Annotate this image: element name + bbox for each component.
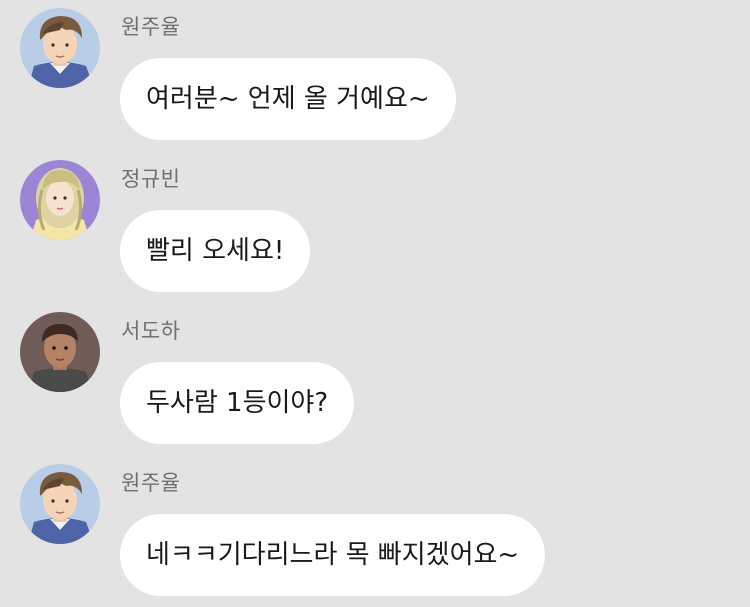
chat-message: 서도하 두사람 1등이야?	[0, 312, 750, 452]
boy-dark-skin-avatar-icon[interactable]	[20, 312, 100, 392]
chat-message: 정규빈 빨리 오세요!	[0, 160, 750, 300]
boy-brown-hair-avatar-icon[interactable]	[20, 464, 100, 544]
chat-message: 원주율 여러분~ 언제 올 거예요~	[0, 8, 750, 148]
sender-name: 원주율	[121, 471, 181, 495]
message-bubble[interactable]: 여러분~ 언제 올 거예요~	[120, 58, 456, 140]
chat-message: 원주율 네ㅋㅋ기다리느라 목 빠지겠어요~	[0, 464, 750, 604]
message-bubble[interactable]: 두사람 1등이야?	[120, 362, 355, 444]
boy-brown-hair-avatar-icon[interactable]	[20, 8, 100, 88]
girl-blonde-hair-avatar-icon[interactable]	[20, 160, 100, 240]
message-bubble[interactable]: 빨리 오세요!	[120, 210, 311, 292]
sender-name: 원주율	[121, 15, 181, 39]
message-bubble[interactable]: 네ㅋㅋ기다리느라 목 빠지겠어요~	[120, 514, 546, 596]
sender-name: 정규빈	[121, 167, 181, 191]
sender-name: 서도하	[121, 319, 181, 343]
chat-thread: 원주율 여러분~ 언제 올 거예요~ 정규빈 빨리 오세요! 서도하 두사람 1…	[0, 0, 750, 607]
